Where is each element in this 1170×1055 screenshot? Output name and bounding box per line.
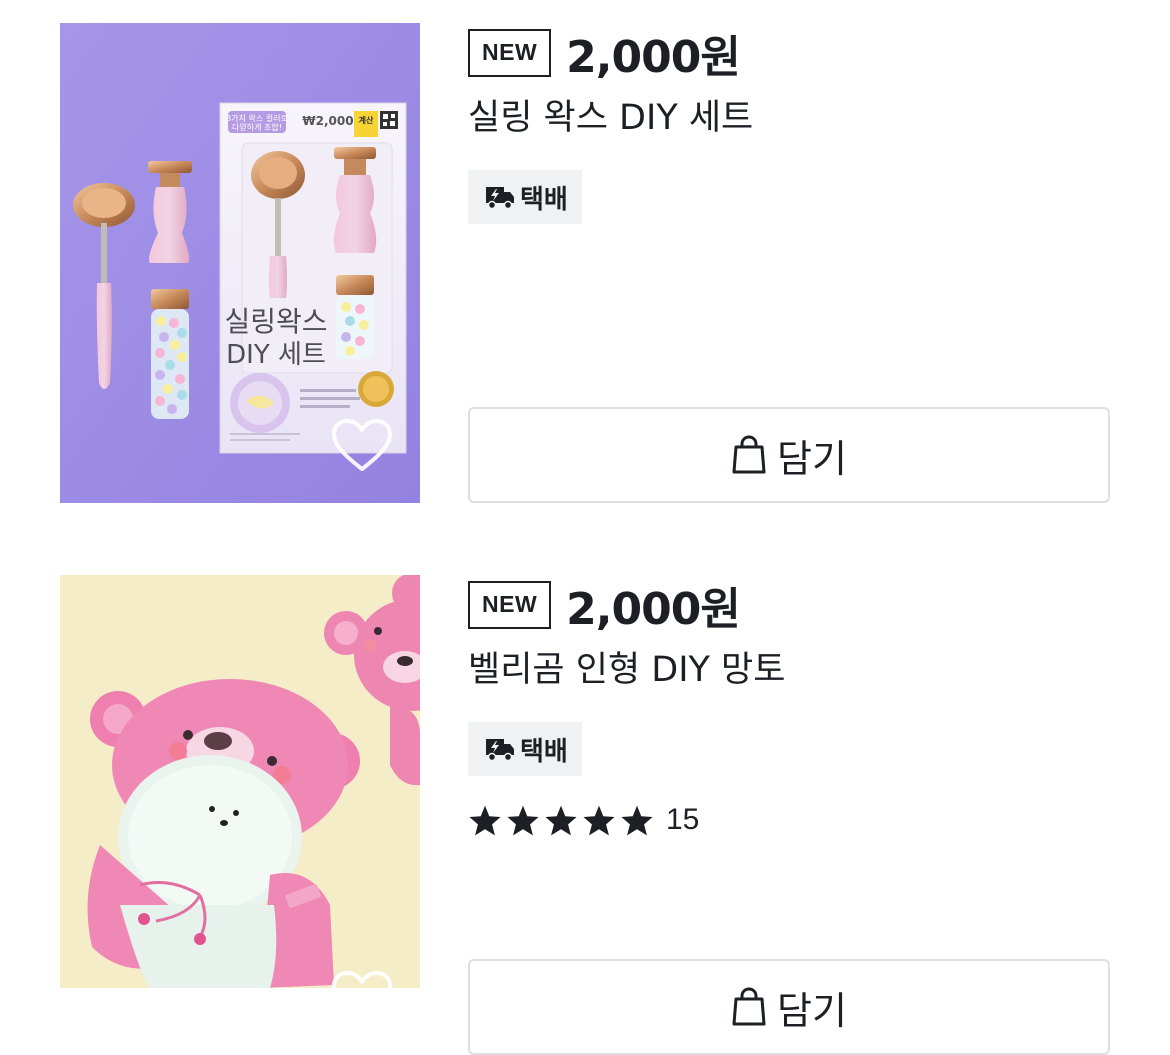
product-info: NEW 2,000원 벨리곰 인형 DIY 망토 택배 15 담기: [468, 575, 1110, 1055]
delivery-truck-icon: [486, 739, 514, 762]
star-icon: [621, 805, 653, 835]
product-image[interactable]: [60, 575, 420, 988]
star-icon: [545, 805, 577, 835]
box-price-text: ₩2,000: [302, 114, 353, 128]
rating: 15: [468, 803, 699, 837]
heart-icon[interactable]: [330, 417, 394, 475]
shopping-bag-icon: [732, 435, 766, 474]
product-title[interactable]: 벨리곰 인형 DIY 망토: [468, 641, 785, 692]
add-to-cart-button[interactable]: 담기: [468, 407, 1110, 503]
price-row: NEW 2,000원: [468, 25, 741, 83]
star-icon: [507, 805, 539, 835]
product-card[interactable]: NEW 2,000원 벨리곰 인형 DIY 망토 택배 15 담기: [0, 575, 1170, 1055]
review-count: 15: [666, 803, 700, 836]
shopping-bag-icon: [732, 987, 766, 1026]
price-row: NEW 2,000원: [468, 577, 741, 635]
box-tag-text-2: 다양하게 조합!: [232, 122, 282, 132]
box-title-text: 실링왁스: [224, 305, 327, 338]
heart-icon[interactable]: [330, 969, 394, 988]
delivery-badge: 택배: [468, 170, 582, 224]
product-price: 2,000원: [566, 32, 741, 83]
new-badge: NEW: [468, 581, 552, 629]
rating-stars: [468, 804, 658, 837]
add-to-cart-button[interactable]: 담기: [468, 959, 1110, 1055]
box-subtitle-text: DIY 세트: [226, 340, 326, 370]
product-price: 2,000원: [566, 584, 741, 635]
product-info: NEW 2,000원 실링 왁스 DIY 세트 택배 담기: [468, 23, 1110, 503]
star-icon: [583, 805, 615, 835]
add-to-cart-label: 담기: [777, 436, 847, 481]
delivery-truck-icon: [486, 187, 514, 210]
star-icon: [469, 805, 501, 835]
product-title[interactable]: 실링 왁스 DIY 세트: [468, 89, 753, 140]
box-badge-text: 계산: [359, 115, 374, 125]
delivery-badge: 택배: [468, 722, 582, 776]
delivery-label: 택배: [520, 184, 568, 215]
product-image[interactable]: 3가지 왁스 컬러로 다양하게 조합! ₩2,000 계산 실링왁스 DIY 세…: [60, 23, 420, 503]
product-card[interactable]: 3가지 왁스 컬러로 다양하게 조합! ₩2,000 계산 실링왁스 DIY 세…: [0, 23, 1170, 503]
box-tag-text: 3가지 왁스 컬러로: [226, 113, 288, 123]
delivery-label: 택배: [520, 736, 568, 767]
new-badge: NEW: [468, 29, 552, 77]
